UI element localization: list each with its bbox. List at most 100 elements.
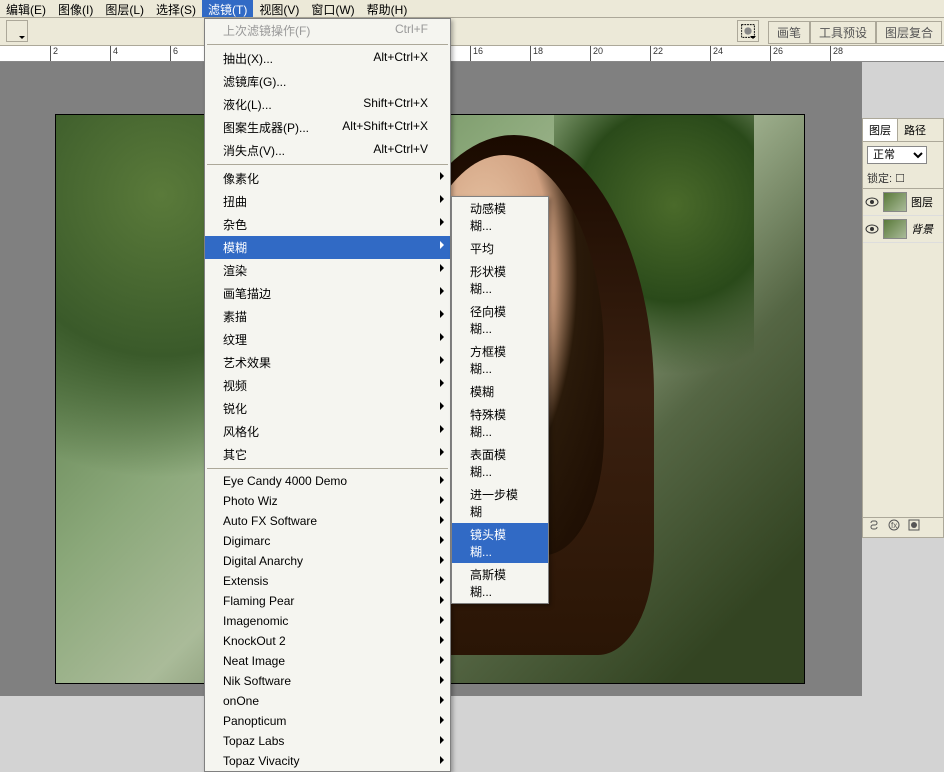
menu-item-label: Panopticum [223, 714, 286, 728]
visibility-icon[interactable] [865, 223, 879, 235]
menu-item[interactable]: 进一步模糊 [452, 483, 548, 523]
menu-item[interactable]: Imagenomic [205, 611, 450, 631]
ruler-tick: 18 [530, 46, 543, 62]
menu-item[interactable]: 艺术效果 [205, 351, 450, 374]
menu-item-label: 艺术效果 [223, 354, 271, 371]
menu-item[interactable]: Photo Wiz [205, 491, 450, 511]
menu-item-label: Neat Image [223, 654, 285, 668]
menu-separator [207, 468, 448, 469]
menubar-item[interactable]: 图层(L) [99, 0, 150, 17]
menu-item[interactable]: 滤镜库(G)... [205, 70, 450, 93]
menu-item[interactable]: 表面模糊... [452, 443, 548, 483]
menu-item[interactable]: 方框模糊... [452, 340, 548, 380]
menu-item[interactable]: 高斯模糊... [452, 563, 548, 603]
menu-item[interactable]: 视频 [205, 374, 450, 397]
submenu-arrow-icon [440, 596, 444, 604]
tool-preset-icon[interactable] [6, 20, 28, 42]
submenu-arrow-icon [440, 616, 444, 624]
link-layers-icon[interactable] [867, 518, 881, 537]
menu-item[interactable]: Panopticum [205, 711, 450, 731]
menu-item-label: 上次滤镜操作(F) [223, 22, 310, 39]
menu-item[interactable]: 纹理 [205, 328, 450, 351]
menu-item[interactable]: 形状模糊... [452, 260, 548, 300]
menu-item-label: KnockOut 2 [223, 634, 286, 648]
lock-label: 锁定: [867, 173, 892, 185]
submenu-arrow-icon [440, 676, 444, 684]
menu-item[interactable]: Digital Anarchy [205, 551, 450, 571]
menu-item-label: 液化(L)... [223, 96, 272, 113]
menu-item[interactable]: Topaz Labs [205, 731, 450, 751]
menubar-item[interactable]: 滤镜(T) [202, 0, 253, 17]
menu-item[interactable]: Extensis [205, 571, 450, 591]
menubar-item[interactable]: 选择(S) [150, 0, 202, 17]
menu-item[interactable]: 平均 [452, 237, 548, 260]
menu-item[interactable]: 消失点(V)...Alt+Ctrl+V [205, 139, 450, 162]
menu-item[interactable]: 锐化 [205, 397, 450, 420]
layer-style-icon[interactable]: fx [887, 518, 901, 537]
submenu-arrow-icon [440, 287, 444, 295]
visibility-icon[interactable] [865, 196, 879, 208]
menu-item[interactable]: Auto FX Software [205, 511, 450, 531]
layer-mask-icon[interactable] [907, 518, 921, 537]
menu-item[interactable]: onOne [205, 691, 450, 711]
menu-item[interactable]: 镜头模糊... [452, 523, 548, 563]
menu-item-label: 抽出(X)... [223, 50, 273, 67]
menu-item[interactable]: 其它 [205, 443, 450, 466]
submenu-arrow-icon [440, 172, 444, 180]
menu-item[interactable]: 风格化 [205, 420, 450, 443]
menu-item[interactable]: 图案生成器(P)...Alt+Shift+Ctrl+X [205, 116, 450, 139]
menu-item-label: 模糊 [223, 239, 247, 256]
menu-item[interactable]: Digimarc [205, 531, 450, 551]
menu-item[interactable]: Eye Candy 4000 Demo [205, 471, 450, 491]
menu-item[interactable]: 抽出(X)...Alt+Ctrl+X [205, 47, 450, 70]
menu-item[interactable]: 扭曲 [205, 190, 450, 213]
submenu-arrow-icon [440, 402, 444, 410]
menubar-item[interactable]: 窗口(W) [305, 0, 360, 17]
menu-item[interactable]: Neat Image [205, 651, 450, 671]
blend-mode-select[interactable]: 正常 [867, 146, 927, 164]
menu-item[interactable]: KnockOut 2 [205, 631, 450, 651]
menu-item[interactable]: Topaz Vivacity [205, 751, 450, 771]
quick-mask-icon[interactable] [737, 20, 759, 42]
menu-item-label: 平均 [470, 240, 494, 257]
submenu-arrow-icon [440, 218, 444, 226]
preset-tab[interactable]: 画笔 [768, 21, 810, 44]
submenu-arrow-icon [440, 425, 444, 433]
menu-item[interactable]: 径向模糊... [452, 300, 548, 340]
menu-item[interactable]: 杂色 [205, 213, 450, 236]
tab-layers[interactable]: 图层 [863, 119, 898, 141]
menu-item[interactable]: 像素化 [205, 167, 450, 190]
menu-item[interactable]: 渲染 [205, 259, 450, 282]
submenu-arrow-icon [440, 241, 444, 249]
menu-item[interactable]: 素描 [205, 305, 450, 328]
menu-item[interactable]: 液化(L)... Shift+Ctrl+X [205, 93, 450, 116]
submenu-arrow-icon [440, 476, 444, 484]
menu-item[interactable]: 模糊 [452, 380, 548, 403]
menu-item[interactable]: 画笔描边 [205, 282, 450, 305]
menubar-item[interactable]: 图像(I) [52, 0, 99, 17]
submenu-arrow-icon [440, 496, 444, 504]
layer-row[interactable]: 背景 [863, 216, 943, 243]
panel-tabs: 图层 路径 [863, 119, 943, 142]
preset-tab[interactable]: 工具预设 [810, 21, 876, 44]
preset-tab[interactable]: 图层复合 [876, 21, 942, 44]
ruler-tick: 22 [650, 46, 663, 62]
ruler-tick: 20 [590, 46, 603, 62]
menu-item[interactable]: Flaming Pear [205, 591, 450, 611]
menu-item-label: 扭曲 [223, 193, 247, 210]
tab-paths[interactable]: 路径 [898, 119, 932, 141]
menu-item[interactable]: 模糊 [205, 236, 450, 259]
menubar-item[interactable]: 视图(V) [253, 0, 305, 17]
menu-item[interactable]: Nik Software [205, 671, 450, 691]
menu-item-label: 纹理 [223, 331, 247, 348]
layer-row[interactable]: 图层 [863, 189, 943, 216]
menu-item: 上次滤镜操作(F)Ctrl+F [205, 19, 450, 42]
menu-item[interactable]: 动感模糊... [452, 197, 548, 237]
menu-item-label: 画笔描边 [223, 285, 271, 302]
menubar-item[interactable]: 编辑(E) [0, 0, 52, 17]
menu-item-shortcut: Shift+Ctrl+X [363, 96, 428, 113]
menu-item[interactable]: 特殊模糊... [452, 403, 548, 443]
lock-transparency-icon[interactable]: ☐ [895, 173, 905, 185]
menubar-item[interactable]: 帮助(H) [361, 0, 414, 17]
menubar: 编辑(E)图像(I)图层(L)选择(S)滤镜(T)视图(V)窗口(W)帮助(H) [0, 0, 944, 18]
